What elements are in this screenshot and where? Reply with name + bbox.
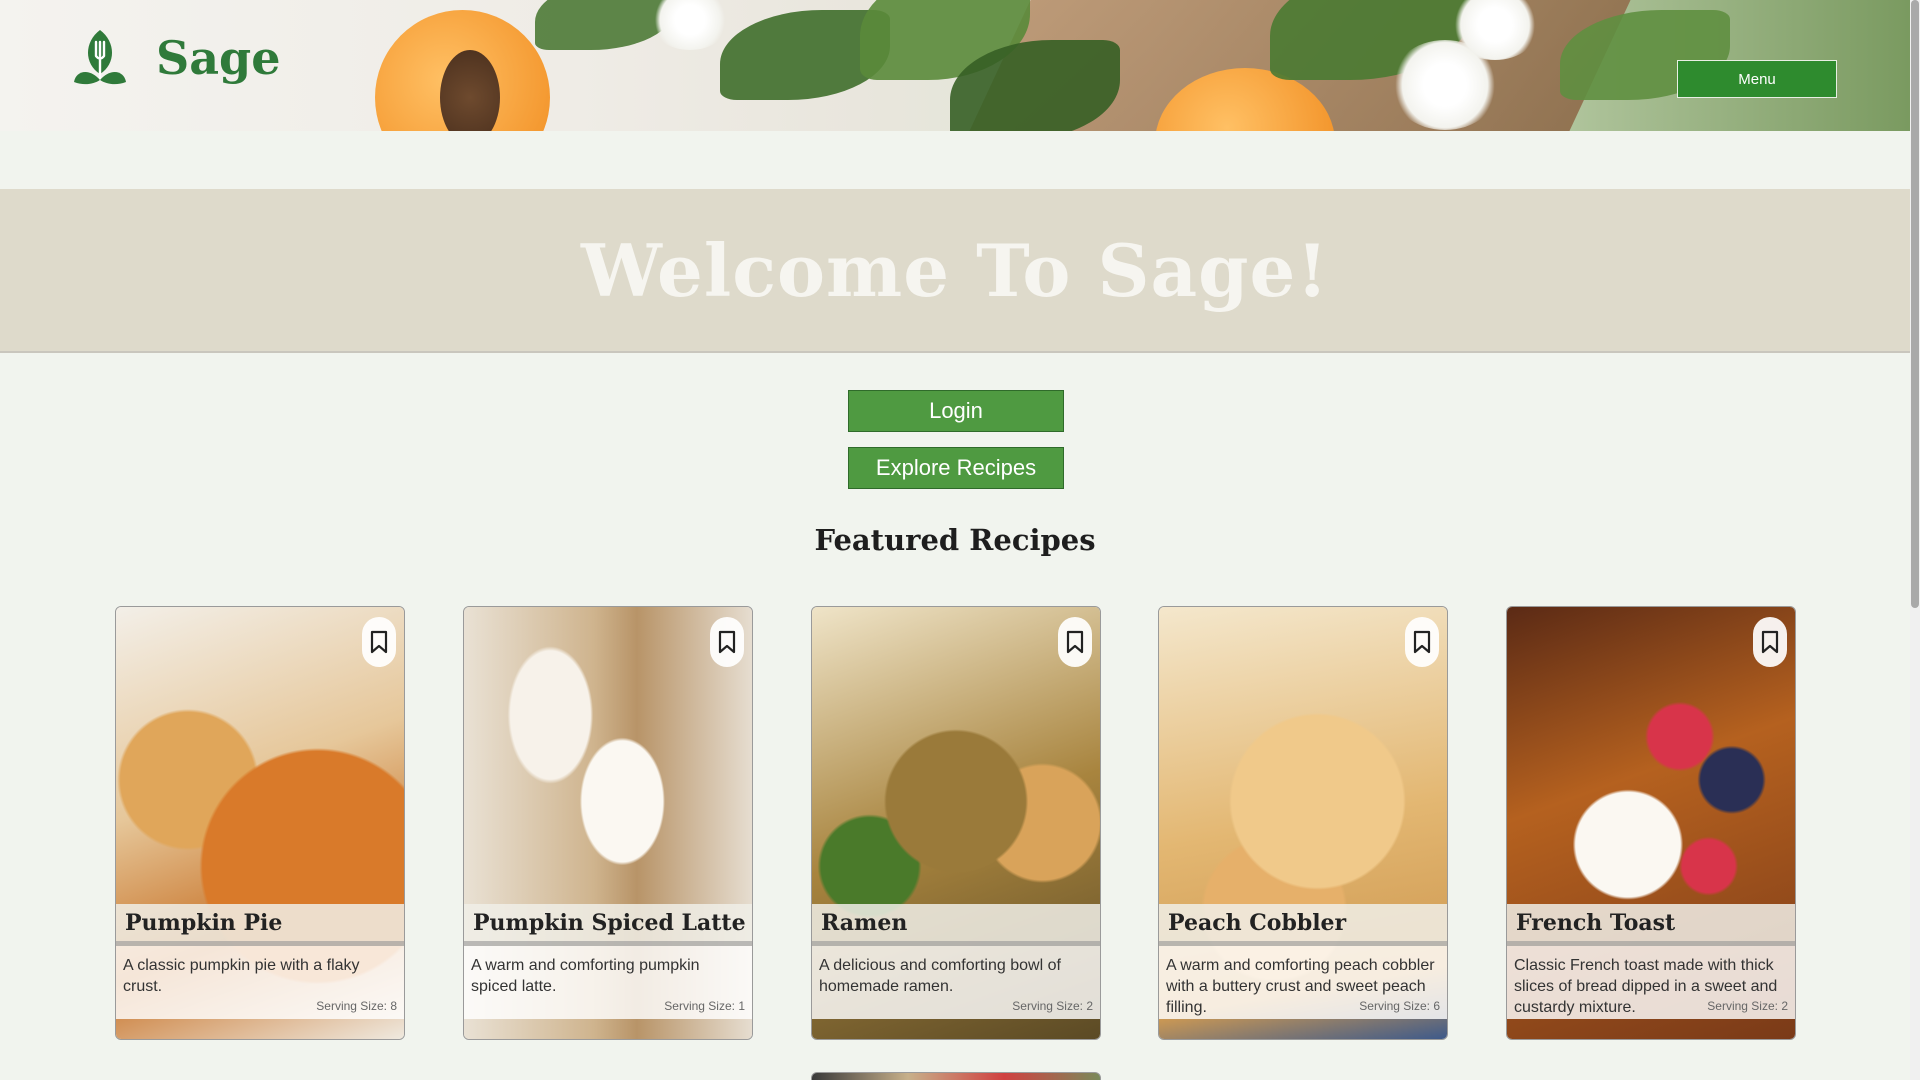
- menu-button[interactable]: Menu: [1677, 60, 1837, 98]
- recipe-serving-size: Serving Size: 6: [1359, 999, 1440, 1013]
- header-banner: Sage Menu: [0, 0, 1910, 131]
- leaf-utensil-icon: [74, 30, 126, 85]
- featured-heading: Featured Recipes: [814, 523, 1096, 557]
- recipe-card[interactable]: French Toast Classic French toast made w…: [1506, 606, 1796, 1040]
- bookmark-icon[interactable]: [710, 617, 744, 667]
- recipe-serving-size: Serving Size: 2: [1012, 999, 1093, 1013]
- bookmark-icon[interactable]: [362, 617, 396, 667]
- bookmark-icon[interactable]: [1753, 617, 1787, 667]
- scrollbar-thumb[interactable]: [1911, 0, 1919, 608]
- recipe-card[interactable]: Pumpkin Spiced Latte A warm and comforti…: [463, 606, 753, 1040]
- page-scrollbar[interactable]: [1910, 0, 1920, 1080]
- recipe-card[interactable]: Ramen A delicious and comforting bowl of…: [811, 606, 1101, 1040]
- bookmark-icon[interactable]: [1058, 617, 1092, 667]
- recipe-description: A classic pumpkin pie with a flaky crust…: [123, 957, 360, 995]
- recipe-info: Classic French toast made with thick sli…: [1507, 946, 1795, 1019]
- recipe-title: Pumpkin Pie: [116, 904, 404, 946]
- recipe-info: A classic pumpkin pie with a flaky crust…: [116, 946, 404, 1019]
- bookmark-icon[interactable]: [1405, 617, 1439, 667]
- recipe-card-partial[interactable]: [811, 1072, 1101, 1080]
- recipe-serving-size: Serving Size: 8: [316, 999, 397, 1013]
- explore-recipes-button[interactable]: Explore Recipes: [848, 447, 1064, 489]
- recipe-title: French Toast: [1507, 904, 1795, 946]
- recipe-serving-size: Serving Size: 1: [664, 999, 745, 1013]
- welcome-band: Welcome To Sage!: [0, 189, 1910, 353]
- recipe-title: Ramen: [812, 904, 1100, 946]
- recipe-description: A delicious and comforting bowl of homem…: [819, 957, 1061, 995]
- recipe-card[interactable]: Peach Cobbler A warm and comforting peac…: [1158, 606, 1448, 1040]
- recipe-info: A warm and comforting peach cobbler with…: [1159, 946, 1447, 1019]
- recipe-info: A delicious and comforting bowl of homem…: [812, 946, 1100, 1019]
- recipe-description: A warm and comforting pumpkin spiced lat…: [471, 957, 700, 995]
- recipe-info: A warm and comforting pumpkin spiced lat…: [464, 946, 752, 1019]
- brand-name: Sage: [156, 31, 281, 85]
- site-logo[interactable]: Sage: [70, 28, 280, 88]
- recipe-title: Peach Cobbler: [1159, 904, 1447, 946]
- recipe-title: Pumpkin Spiced Latte: [464, 904, 752, 946]
- recipe-serving-size: Serving Size: 2: [1707, 999, 1788, 1013]
- page-title: Welcome To Sage!: [581, 227, 1329, 313]
- recipe-card[interactable]: Pumpkin Pie A classic pumpkin pie with a…: [115, 606, 405, 1040]
- flower-decoration: [650, 0, 730, 50]
- login-button[interactable]: Login: [848, 390, 1064, 432]
